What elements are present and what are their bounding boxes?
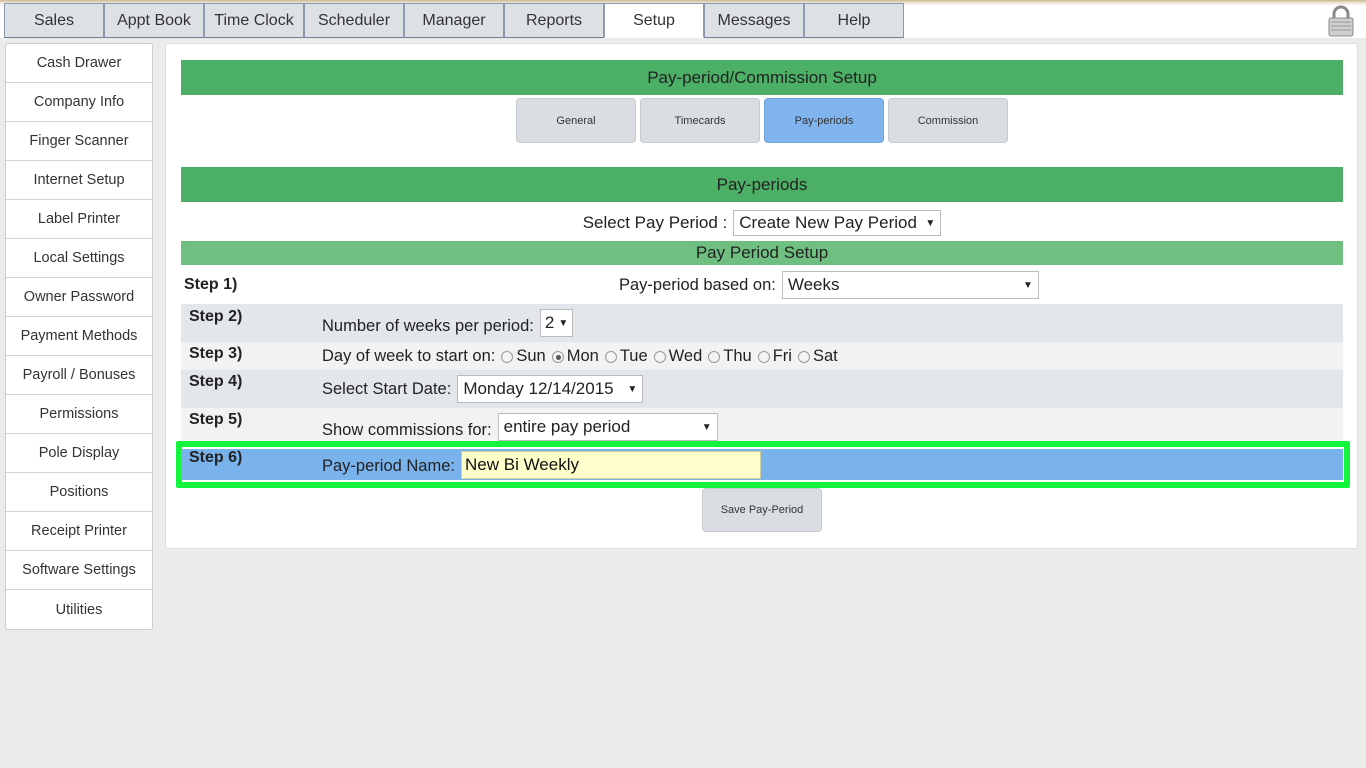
tab-reports[interactable]: Reports bbox=[504, 3, 604, 38]
commissions-value: entire pay period bbox=[503, 417, 631, 436]
period-basis-dropdown[interactable]: Weeks ▼ bbox=[781, 271, 1039, 299]
radio-fri[interactable]: Fri bbox=[757, 347, 792, 366]
sidebar-item-positions[interactable]: Positions bbox=[6, 473, 152, 512]
radio-mon[interactable]: Mon bbox=[551, 347, 599, 366]
step-6-text: Pay-period Name: bbox=[322, 457, 455, 475]
dropdown-arrow-icon: ▼ bbox=[925, 217, 936, 229]
radio-label-sat: Sat bbox=[812, 347, 838, 365]
radio-thu[interactable]: Thu bbox=[708, 347, 752, 366]
tab-sales[interactable]: Sales bbox=[4, 3, 104, 38]
radio-dot-selected bbox=[551, 350, 564, 363]
dropdown-arrow-icon: ▼ bbox=[701, 421, 712, 433]
step-2-label: Step 2) bbox=[189, 308, 243, 325]
sidebar-item-label-printer[interactable]: Label Printer bbox=[6, 200, 152, 239]
radio-dot bbox=[708, 350, 721, 363]
select-pay-period-label: Select Pay Period : bbox=[582, 213, 728, 232]
top-navigation: Sales Appt Book Time Clock Scheduler Man… bbox=[4, 3, 904, 38]
step-2-row: Step 2) Number of weeks per period: 2 ▼ bbox=[181, 304, 1343, 342]
main-panel: Pay-period/Commission Setup General Time… bbox=[165, 43, 1358, 549]
page-title: Pay-period/Commission Setup bbox=[181, 60, 1343, 95]
radio-wed[interactable]: Wed bbox=[653, 347, 703, 366]
radio-tue[interactable]: Tue bbox=[604, 347, 648, 366]
commissions-dropdown[interactable]: entire pay period ▼ bbox=[497, 413, 718, 441]
step-1-label: Step 1) bbox=[184, 276, 238, 293]
tab-scheduler[interactable]: Scheduler bbox=[304, 3, 404, 38]
start-date-value: Monday 12/14/2015 bbox=[463, 379, 614, 398]
select-pay-period-dropdown[interactable]: Create New Pay Period ▼ bbox=[733, 210, 942, 236]
step-4-label: Step 4) bbox=[189, 373, 243, 390]
sidebar-item-payroll-bonuses[interactable]: Payroll / Bonuses bbox=[6, 356, 152, 395]
step-5-label: Step 5) bbox=[189, 411, 243, 428]
setup-title: Pay Period Setup bbox=[181, 241, 1343, 265]
dropdown-arrow-icon: ▼ bbox=[627, 383, 638, 395]
lock-icon[interactable] bbox=[1328, 5, 1354, 37]
sidebar-item-payment-methods[interactable]: Payment Methods bbox=[6, 317, 152, 356]
tab-setup[interactable]: Setup bbox=[604, 3, 704, 38]
subtab-general[interactable]: General bbox=[516, 98, 636, 143]
sidebar-item-cash-drawer[interactable]: Cash Drawer bbox=[6, 44, 152, 83]
sidebar-item-internet-setup[interactable]: Internet Setup bbox=[6, 161, 152, 200]
start-date-dropdown[interactable]: Monday 12/14/2015 ▼ bbox=[457, 375, 644, 403]
radio-label-fri: Fri bbox=[772, 347, 792, 365]
subtab-pay-periods[interactable]: Pay-periods bbox=[764, 98, 884, 143]
radio-dot bbox=[757, 350, 770, 363]
step-2-text: Number of weeks per period: bbox=[322, 316, 534, 335]
step-5-text: Show commissions for: bbox=[322, 420, 492, 439]
step-3-text: Day of week to start on: bbox=[322, 347, 496, 365]
step-6-label: Step 6) bbox=[189, 449, 243, 466]
weeks-per-period-value: 2 bbox=[544, 313, 555, 332]
select-pay-period-row: Select Pay Period : Create New Pay Perio… bbox=[181, 208, 1343, 238]
step-1-row: Step 1) Pay-period based on: Weeks ▼ bbox=[181, 266, 1343, 304]
period-basis-value: Weeks bbox=[787, 275, 840, 294]
radio-sat[interactable]: Sat bbox=[797, 347, 838, 366]
pay-period-name-input[interactable] bbox=[461, 451, 761, 479]
radio-dot bbox=[604, 350, 617, 363]
radio-label-tue: Tue bbox=[619, 347, 648, 365]
tab-manager[interactable]: Manager bbox=[404, 3, 504, 38]
setup-sidebar: Cash Drawer Company Info Finger Scanner … bbox=[5, 43, 153, 630]
radio-dot bbox=[501, 350, 514, 363]
radio-label-sun: Sun bbox=[516, 347, 546, 365]
radio-label-mon: Mon bbox=[566, 347, 599, 365]
subtab-commission[interactable]: Commission bbox=[888, 98, 1008, 143]
weeks-per-period-dropdown[interactable]: 2 ▼ bbox=[539, 309, 573, 337]
tab-time-clock[interactable]: Time Clock bbox=[204, 3, 304, 38]
sidebar-item-local-settings[interactable]: Local Settings bbox=[6, 239, 152, 278]
sidebar-item-permissions[interactable]: Permissions bbox=[6, 395, 152, 434]
section-title: Pay-periods bbox=[181, 167, 1343, 202]
radio-label-wed: Wed bbox=[668, 347, 703, 365]
sidebar-item-company-info[interactable]: Company Info bbox=[6, 83, 152, 122]
step-1-text: Pay-period based on: bbox=[619, 275, 776, 294]
subtabs: General Timecards Pay-periods Commission bbox=[516, 98, 1012, 143]
dropdown-arrow-icon: ▼ bbox=[1022, 279, 1033, 291]
step-3-row: Step 3) Day of week to start on: Sun Mon… bbox=[181, 342, 1343, 370]
step-4-row: Step 4) Select Start Date: Monday 12/14/… bbox=[181, 370, 1343, 408]
radio-label-thu: Thu bbox=[723, 347, 752, 365]
sidebar-item-finger-scanner[interactable]: Finger Scanner bbox=[6, 122, 152, 161]
tab-appt-book[interactable]: Appt Book bbox=[104, 3, 204, 38]
step-6-row: Step 6) Pay-period Name: bbox=[181, 449, 1343, 480]
step-3-label: Step 3) bbox=[189, 345, 243, 362]
sidebar-item-software-settings[interactable]: Software Settings bbox=[6, 551, 152, 590]
tab-messages[interactable]: Messages bbox=[704, 3, 804, 38]
dropdown-arrow-icon: ▼ bbox=[558, 317, 569, 329]
radio-dot bbox=[653, 350, 666, 363]
sidebar-item-pole-display[interactable]: Pole Display bbox=[6, 434, 152, 473]
step-4-text: Select Start Date: bbox=[322, 379, 452, 398]
sidebar-item-owner-password[interactable]: Owner Password bbox=[6, 278, 152, 317]
select-pay-period-value: Create New Pay Period bbox=[739, 213, 917, 232]
subtab-timecards[interactable]: Timecards bbox=[640, 98, 760, 143]
save-pay-period-button[interactable]: Save Pay-Period bbox=[702, 488, 822, 532]
tab-help[interactable]: Help bbox=[804, 3, 904, 38]
radio-sun[interactable]: Sun bbox=[501, 347, 546, 366]
sidebar-item-receipt-printer[interactable]: Receipt Printer bbox=[6, 512, 152, 551]
radio-dot bbox=[797, 350, 810, 363]
sidebar-item-utilities[interactable]: Utilities bbox=[6, 590, 152, 629]
